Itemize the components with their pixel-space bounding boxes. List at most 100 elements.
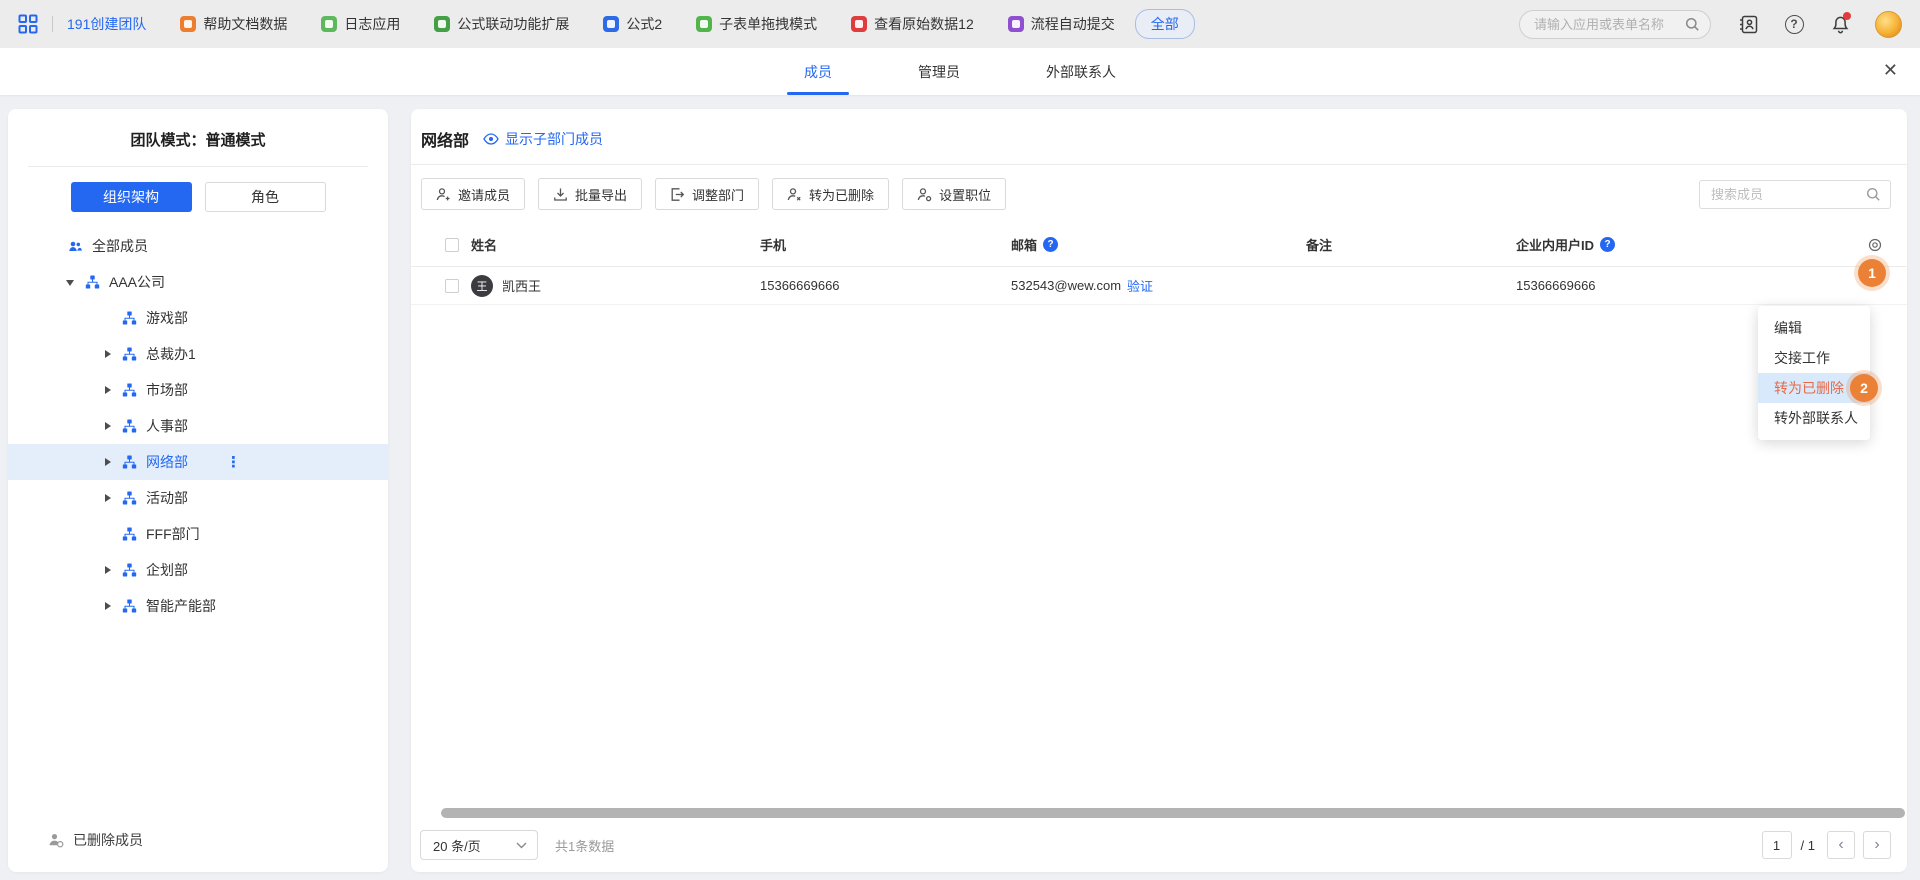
- tree-item-planning-dept[interactable]: 企划部: [8, 552, 388, 588]
- show-sub-department-link[interactable]: 显示子部门成员: [483, 129, 603, 149]
- page-size-select[interactable]: 20 条/页: [420, 830, 538, 860]
- contacts-book-icon[interactable]: [1737, 13, 1759, 35]
- tree-item-aaa-company[interactable]: AAA公司: [8, 264, 388, 300]
- person-gear-icon: [917, 187, 932, 202]
- table-footer: 20 条/页 共1条数据 1 / 1 ‹ ›: [411, 818, 1907, 872]
- nav-item-help-doc-data[interactable]: 帮助文档数据: [180, 14, 287, 34]
- caret-right-icon[interactable]: [103, 601, 113, 611]
- tree-item-label: 活动部: [146, 488, 188, 508]
- column-header-phone: 手机: [760, 235, 1011, 254]
- user-id-help-icon[interactable]: ?: [1600, 237, 1615, 252]
- tree-item-ceo-office[interactable]: 总裁办1: [8, 336, 388, 372]
- step-badge-1: 1: [1858, 259, 1886, 287]
- members-panel: 网络部 显示子部门成员 邀请成员: [411, 109, 1907, 872]
- app-icon: [696, 16, 712, 32]
- invite-member-button[interactable]: 邀请成员: [421, 178, 525, 210]
- notification-bell-icon[interactable]: [1829, 13, 1851, 35]
- member-search-input[interactable]: [1711, 187, 1866, 202]
- deleted-member-icon: [48, 832, 64, 848]
- header-divider: [52, 16, 53, 32]
- row-context-menu: 编辑 交接工作 转为已删除 转外部联系人: [1758, 306, 1870, 440]
- app-grid-icon[interactable]: [18, 14, 38, 34]
- deleted-members-link[interactable]: 已删除成员: [8, 822, 388, 858]
- content-area: 团队模式：普通模式 组织架构 角色 全部成员 AAA: [0, 95, 1920, 880]
- department-title: 网络部: [421, 127, 469, 151]
- invite-member-label: 邀请成员: [458, 185, 510, 204]
- select-all-checkbox[interactable]: [445, 238, 459, 252]
- department-icon: [85, 275, 100, 290]
- nav-item-formula2[interactable]: 公式2: [603, 14, 662, 34]
- member-search[interactable]: [1699, 180, 1891, 209]
- role-button[interactable]: 角色: [205, 182, 326, 212]
- tree-item-all-members[interactable]: 全部成员: [8, 228, 388, 264]
- move-to-deleted-button[interactable]: 转为已删除: [772, 178, 889, 210]
- caret-down-icon[interactable]: [66, 277, 76, 287]
- tab-admins[interactable]: 管理员: [912, 48, 966, 95]
- app-icon: [180, 16, 196, 32]
- caret-right-icon[interactable]: [103, 457, 113, 467]
- nav-item-label: 191创建团队: [67, 14, 146, 34]
- next-page-button[interactable]: ›: [1863, 831, 1891, 859]
- tab-members[interactable]: 成员: [798, 48, 838, 95]
- member-row[interactable]: 王 凯西王 15366669666 532543@wew.com 验证 1536…: [411, 267, 1907, 305]
- help-glyph: ?: [1785, 15, 1804, 34]
- column-settings[interactable]: [1853, 237, 1883, 253]
- team-management-page: 191创建团队 帮助文档数据 日志应用 公式联动功能扩展 公式2 子表单拖拽模式: [0, 0, 1920, 880]
- menu-item-to-external-contact[interactable]: 转外部联系人: [1758, 403, 1870, 433]
- global-search[interactable]: [1519, 10, 1711, 39]
- caret-placeholder: [103, 313, 113, 323]
- set-position-button[interactable]: 设置职位: [902, 178, 1006, 210]
- caret-right-icon[interactable]: [103, 385, 113, 395]
- menu-item-edit[interactable]: 编辑: [1758, 313, 1870, 343]
- page-number-input[interactable]: 1: [1762, 831, 1792, 859]
- nav-item-create-team[interactable]: 191创建团队: [67, 14, 146, 34]
- notification-dot: [1843, 12, 1851, 20]
- member-email: 532543@wew.com: [1011, 278, 1121, 293]
- menu-item-handover-work[interactable]: 交接工作: [1758, 343, 1870, 373]
- help-icon[interactable]: ?: [1783, 13, 1805, 35]
- department-tree: 全部成员 AAA公司 游戏部: [8, 228, 388, 822]
- tree-item-activity-dept[interactable]: 活动部: [8, 480, 388, 516]
- department-icon: [122, 527, 137, 542]
- org-structure-button[interactable]: 组织架构: [71, 182, 192, 212]
- tree-item-marketing-dept[interactable]: 市场部: [8, 372, 388, 408]
- search-icon: [1685, 17, 1700, 32]
- more-actions-icon[interactable]: ⋮: [226, 453, 242, 471]
- tree-item-hr-dept[interactable]: 人事部: [8, 408, 388, 444]
- tree-item-smart-capacity-dept[interactable]: 智能产能部: [8, 588, 388, 624]
- chevron-down-icon: [516, 842, 527, 849]
- nav-item-log-app[interactable]: 日志应用: [321, 14, 400, 34]
- tab-external-contacts[interactable]: 外部联系人: [1040, 48, 1122, 95]
- horizontal-scrollbar[interactable]: [441, 808, 1905, 818]
- tab-label: 管理员: [918, 62, 960, 82]
- global-search-input[interactable]: [1534, 17, 1685, 32]
- verify-email-link[interactable]: 验证: [1127, 276, 1153, 295]
- close-icon[interactable]: ✕: [1883, 61, 1898, 79]
- batch-export-button[interactable]: 批量导出: [538, 178, 642, 210]
- nav-item-raw-data[interactable]: 查看原始数据12: [851, 14, 974, 34]
- page-total-text: / 1: [1801, 838, 1815, 853]
- nav-item-auto-submit[interactable]: 流程自动提交: [1008, 14, 1115, 34]
- tree-item-game-dept[interactable]: 游戏部: [8, 300, 388, 336]
- tree-item-label: FFF部门: [146, 524, 200, 544]
- members-panel-header: 网络部 显示子部门成员: [411, 109, 1907, 165]
- tree-item-network-dept[interactable]: 网络部 ⋮: [8, 444, 388, 480]
- nav-item-subform-drag[interactable]: 子表单拖拽模式: [696, 14, 817, 34]
- user-avatar[interactable]: [1875, 11, 1902, 38]
- caret-right-icon[interactable]: [103, 565, 113, 575]
- caret-right-icon[interactable]: [103, 493, 113, 503]
- caret-right-icon[interactable]: [103, 349, 113, 359]
- move-to-deleted-label: 转为已删除: [809, 185, 874, 204]
- all-apps-pill[interactable]: 全部: [1135, 9, 1195, 39]
- adjust-department-button[interactable]: 调整部门: [655, 178, 759, 210]
- members-toolbar: 邀请成员 批量导出 调整部门: [411, 165, 1907, 223]
- app-icon: [851, 16, 867, 32]
- org-sidebar: 团队模式：普通模式 组织架构 角色 全部成员 AAA: [8, 109, 388, 872]
- show-sub-department-label: 显示子部门成员: [505, 129, 603, 149]
- email-help-icon[interactable]: ?: [1043, 237, 1058, 252]
- prev-page-button[interactable]: ‹: [1827, 831, 1855, 859]
- tree-item-fff-dept[interactable]: FFF部门: [8, 516, 388, 552]
- nav-item-formula-linkage[interactable]: 公式联动功能扩展: [434, 14, 569, 34]
- caret-right-icon[interactable]: [103, 421, 113, 431]
- row-checkbox[interactable]: [445, 279, 459, 293]
